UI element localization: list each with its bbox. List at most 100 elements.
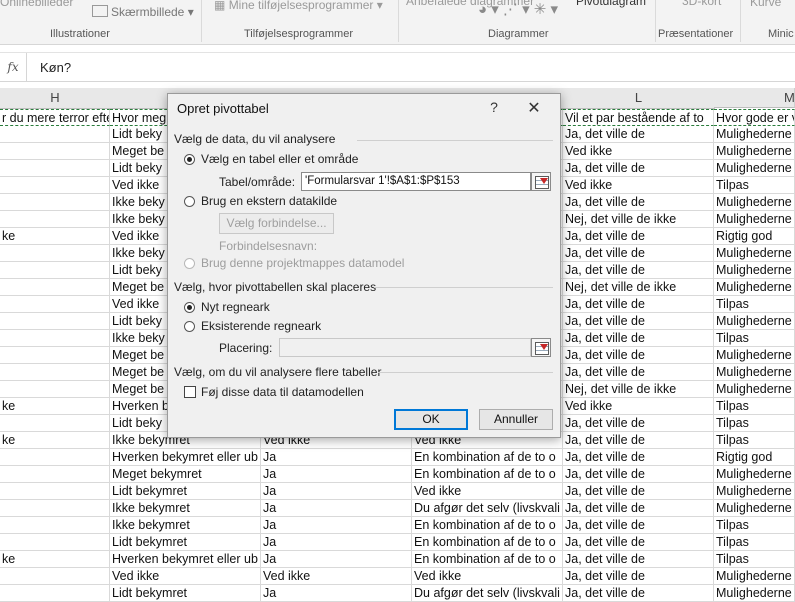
cell-col-h[interactable]: ke	[0, 551, 110, 568]
cell-col-l[interactable]: Ja, det ville de	[563, 347, 714, 364]
cell-col-m[interactable]: Tilpas	[714, 398, 795, 415]
cell-col-k[interactable]: En kombination af de to o	[412, 517, 563, 534]
pivotchart-button[interactable]: Pivotdiagram	[576, 0, 646, 8]
cell-col-l[interactable]: Ja, det ville de	[563, 449, 714, 466]
cell-col-m[interactable]: Hvor gode er v	[714, 109, 795, 126]
cell-col-h[interactable]	[0, 585, 110, 602]
option-data-model-label[interactable]: Brug denne projektmappes datamodel	[201, 256, 404, 270]
online-pictures-button[interactable]: Onlinebilleder	[0, 0, 73, 9]
radio-new-sheet[interactable]	[184, 302, 195, 313]
collapse-dialog-icon[interactable]	[531, 338, 551, 357]
add-to-datamodel-label[interactable]: Føj disse data til datamodellen	[201, 385, 364, 399]
cell-col-h[interactable]	[0, 483, 110, 500]
cell-col-l[interactable]: Ja, det ville de	[563, 415, 714, 432]
cell-col-h[interactable]	[0, 381, 110, 398]
cell-col-m[interactable]: Mulighederne	[714, 143, 795, 160]
cell-col-l[interactable]: Ved ikke	[563, 177, 714, 194]
cell-col-m[interactable]: Tilpas	[714, 296, 795, 313]
column-header-l[interactable]: L	[563, 88, 715, 109]
collapse-dialog-icon[interactable]	[531, 172, 551, 191]
function-icon[interactable]: fx	[0, 53, 27, 81]
radio-external-source[interactable]	[184, 196, 195, 207]
cell-col-l[interactable]: Ja, det ville de	[563, 568, 714, 585]
cell-col-k[interactable]: Du afgør det selv (livskvali	[412, 500, 563, 517]
cell-col-l[interactable]: Ja, det ville de	[563, 466, 714, 483]
cell-col-m[interactable]: Mulighederne	[714, 245, 795, 262]
cell-col-i[interactable]: Ved ikke	[110, 568, 261, 585]
cell-col-j[interactable]: Ja	[261, 534, 412, 551]
column-header-h[interactable]: H	[0, 88, 111, 109]
cell-col-j[interactable]: Ja	[261, 483, 412, 500]
cell-col-k[interactable]: En kombination af de to o	[412, 449, 563, 466]
cell-col-k[interactable]: Ved ikke	[412, 483, 563, 500]
cell-col-j[interactable]: Ja	[261, 551, 412, 568]
choose-connection-button[interactable]: Vælg forbindelse...	[219, 213, 334, 234]
cell-col-j[interactable]: Ja	[261, 585, 412, 602]
cell-col-m[interactable]: Mulighederne	[714, 568, 795, 585]
cell-col-m[interactable]: Mulighederne	[714, 160, 795, 177]
cell-col-m[interactable]: Mulighederne	[714, 313, 795, 330]
cell-col-h[interactable]	[0, 194, 110, 211]
option-external-source-label[interactable]: Brug en ekstern datakilde	[201, 194, 337, 208]
cell-col-m[interactable]: Tilpas	[714, 517, 795, 534]
cell-col-h[interactable]	[0, 330, 110, 347]
cell-col-h[interactable]: ke	[0, 228, 110, 245]
cell-col-l[interactable]: Ved ikke	[563, 143, 714, 160]
cell-col-m[interactable]: Tilpas	[714, 551, 795, 568]
cell-col-l[interactable]: Nej, det ville de ikke	[563, 381, 714, 398]
cell-col-i[interactable]: Lidt bekymret	[110, 483, 261, 500]
cell-col-l[interactable]: Ja, det ville de	[563, 126, 714, 143]
cell-col-h[interactable]	[0, 534, 110, 551]
cell-col-l[interactable]: Ja, det ville de	[563, 585, 714, 602]
cell-col-m[interactable]: Mulighederne	[714, 126, 795, 143]
cell-col-h[interactable]: ke	[0, 398, 110, 415]
cell-col-h[interactable]	[0, 279, 110, 296]
cell-col-h[interactable]	[0, 313, 110, 330]
cell-col-m[interactable]: Mulighederne	[714, 466, 795, 483]
table-range-input[interactable]: 'Formularsvar 1'!$A$1:$P$153	[301, 172, 531, 191]
cell-col-l[interactable]: Vil et par bestående af to	[563, 109, 714, 126]
cell-col-m[interactable]: Mulighederne	[714, 347, 795, 364]
cell-col-m[interactable]: Mulighederne	[714, 585, 795, 602]
cancel-button[interactable]: Annuller	[479, 409, 553, 430]
cell-col-l[interactable]: Ja, det ville de	[563, 432, 714, 449]
cell-col-j[interactable]: Ja	[261, 466, 412, 483]
radio-table-range[interactable]	[184, 154, 195, 165]
option-new-sheet-label[interactable]: Nyt regneark	[201, 300, 270, 314]
cell-col-l[interactable]: Ja, det ville de	[563, 551, 714, 568]
add-to-datamodel-checkbox[interactable]	[184, 386, 196, 398]
cell-col-i[interactable]: Lidt bekymret	[110, 534, 261, 551]
cell-col-h[interactable]	[0, 415, 110, 432]
cell-col-l[interactable]: Ja, det ville de	[563, 364, 714, 381]
chart-type-icons[interactable]: ◕ ▾ ⋰ ▾ ✳ ▾	[478, 0, 558, 18]
cell-col-h[interactable]: r du mere terror efte	[0, 109, 110, 126]
cell-col-l[interactable]: Ja, det ville de	[563, 194, 714, 211]
cell-col-i[interactable]: Lidt bekymret	[110, 585, 261, 602]
cell-col-m[interactable]: Mulighederne	[714, 483, 795, 500]
cell-col-h[interactable]	[0, 126, 110, 143]
my-addins-button[interactable]: ▦ Mine tilføjelsesprogrammer ▾	[214, 0, 383, 12]
cell-col-h[interactable]	[0, 245, 110, 262]
sparkline-button[interactable]: Kurve	[750, 0, 781, 9]
cell-col-h[interactable]	[0, 517, 110, 534]
cell-col-m[interactable]: Mulighederne	[714, 262, 795, 279]
close-icon[interactable]: ✕	[524, 98, 544, 118]
cell-col-l[interactable]: Ja, det ville de	[563, 262, 714, 279]
cell-col-k[interactable]: Du afgør det selv (livskvali	[412, 585, 563, 602]
ok-button[interactable]: OK	[394, 409, 468, 430]
cell-col-l[interactable]: Ja, det ville de	[563, 517, 714, 534]
cell-col-h[interactable]	[0, 211, 110, 228]
cell-col-h[interactable]	[0, 262, 110, 279]
cell-col-m[interactable]: Tilpas	[714, 177, 795, 194]
cell-col-h[interactable]	[0, 296, 110, 313]
cell-col-i[interactable]: Ikke bekymret	[110, 517, 261, 534]
cell-col-j[interactable]: Ja	[261, 449, 412, 466]
radio-data-model[interactable]	[184, 258, 195, 269]
cell-col-h[interactable]	[0, 500, 110, 517]
option-existing-sheet-label[interactable]: Eksisterende regneark	[201, 319, 321, 333]
cell-col-l[interactable]: Ja, det ville de	[563, 160, 714, 177]
cell-col-h[interactable]	[0, 466, 110, 483]
cell-col-m[interactable]: Rigtig god	[714, 449, 795, 466]
cell-col-m[interactable]: Rigtig god	[714, 228, 795, 245]
cell-col-k[interactable]: En kombination af de to o	[412, 466, 563, 483]
